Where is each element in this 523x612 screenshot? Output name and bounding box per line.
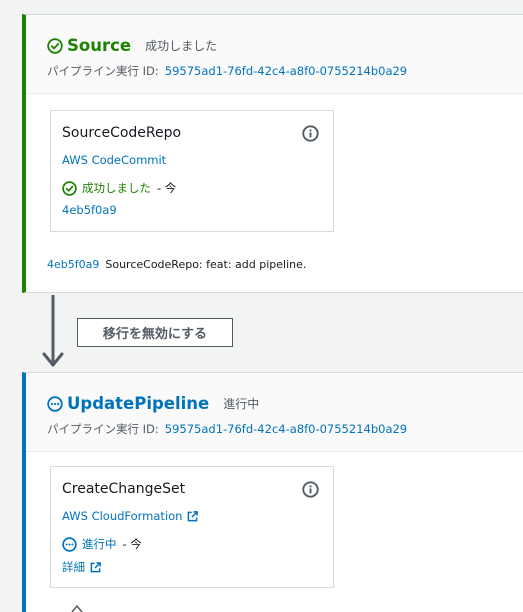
provider-link[interactable]: AWS CodeCommit xyxy=(62,153,166,167)
stage-status: 進行中 xyxy=(223,397,260,411)
action-status-row: 成功しました - 今 xyxy=(62,180,176,196)
execution-id-label: パイプライン実行 ID: xyxy=(47,64,159,78)
execution-id-row: パイプライン実行 ID: 59575ad1-76fd-42c4-a8f0-0755… xyxy=(47,421,407,437)
info-icon[interactable] xyxy=(302,481,319,498)
check-circle-icon xyxy=(62,180,77,196)
revision-row: 4eb5f0a9 xyxy=(62,203,117,217)
action-name: CreateChangeSet xyxy=(62,481,186,497)
stage-title-row: UpdatePipeline 進行中 xyxy=(47,394,259,413)
action-card-source-code-repo: SourceCodeRepo AWS CodeCommit 成功しました - 今… xyxy=(50,110,334,232)
stage-title: Source xyxy=(67,36,132,55)
stage-source: Source 成功しました パイプライン実行 ID: 59575ad1-76fd-… xyxy=(22,14,523,293)
action-status-row: 進行中 - 今 xyxy=(62,536,142,552)
execution-id-row: パイプライン実行 ID: 59575ad1-76fd-42c4-a8f0-0755… xyxy=(47,63,407,79)
provider-row: AWS CloudFormation xyxy=(62,509,199,523)
execution-id-link[interactable]: 59575ad1-76fd-42c4-a8f0-0755214b0a29 xyxy=(165,422,407,436)
arrow-down-icon xyxy=(71,604,83,612)
in-progress-icon xyxy=(62,536,77,552)
in-progress-icon xyxy=(47,395,63,412)
details-link[interactable]: 詳細 xyxy=(62,559,85,575)
commit-row: 4eb5f0a9 SourceCodeRepo: feat: add pipeli… xyxy=(47,258,306,271)
execution-id-link[interactable]: 59575ad1-76fd-42c4-a8f0-0755214b0a29 xyxy=(165,64,407,78)
external-link-icon[interactable] xyxy=(187,510,199,522)
provider-link[interactable]: AWS CloudFormation xyxy=(62,509,182,523)
info-icon[interactable] xyxy=(302,125,319,142)
action-status-time: - 今 xyxy=(157,181,177,195)
provider-row: AWS CodeCommit xyxy=(62,153,166,167)
stage-header: Source 成功しました パイプライン実行 ID: 59575ad1-76fd-… xyxy=(26,15,523,94)
action-card-create-change-set: CreateChangeSet AWS CloudFormation 進行中 -… xyxy=(50,466,334,588)
revision-link[interactable]: 4eb5f0a9 xyxy=(62,203,117,217)
action-status-text: 進行中 xyxy=(82,537,117,551)
stage-update-pipeline: UpdatePipeline 進行中 パイプライン実行 ID: 59575ad1-… xyxy=(22,372,523,612)
check-circle-icon xyxy=(47,37,63,54)
stage-title: UpdatePipeline xyxy=(67,394,210,413)
external-link-icon[interactable] xyxy=(90,561,101,573)
stage-status: 成功しました xyxy=(145,39,218,53)
stage-title-row: Source 成功しました xyxy=(47,36,217,55)
commit-id-link[interactable]: 4eb5f0a9 xyxy=(47,258,99,271)
arrow-down-icon xyxy=(42,295,64,367)
execution-id-label: パイプライン実行 ID: xyxy=(47,422,159,436)
details-row: 詳細 xyxy=(62,559,101,575)
commit-message: SourceCodeRepo: feat: add pipeline. xyxy=(105,258,307,271)
action-status-text: 成功しました xyxy=(82,181,151,195)
disable-transition-button[interactable]: 移行を無効にする xyxy=(77,318,233,347)
stage-header: UpdatePipeline 進行中 パイプライン実行 ID: 59575ad1-… xyxy=(26,373,523,452)
action-status-time: - 今 xyxy=(122,537,142,551)
action-name: SourceCodeRepo xyxy=(62,125,182,141)
